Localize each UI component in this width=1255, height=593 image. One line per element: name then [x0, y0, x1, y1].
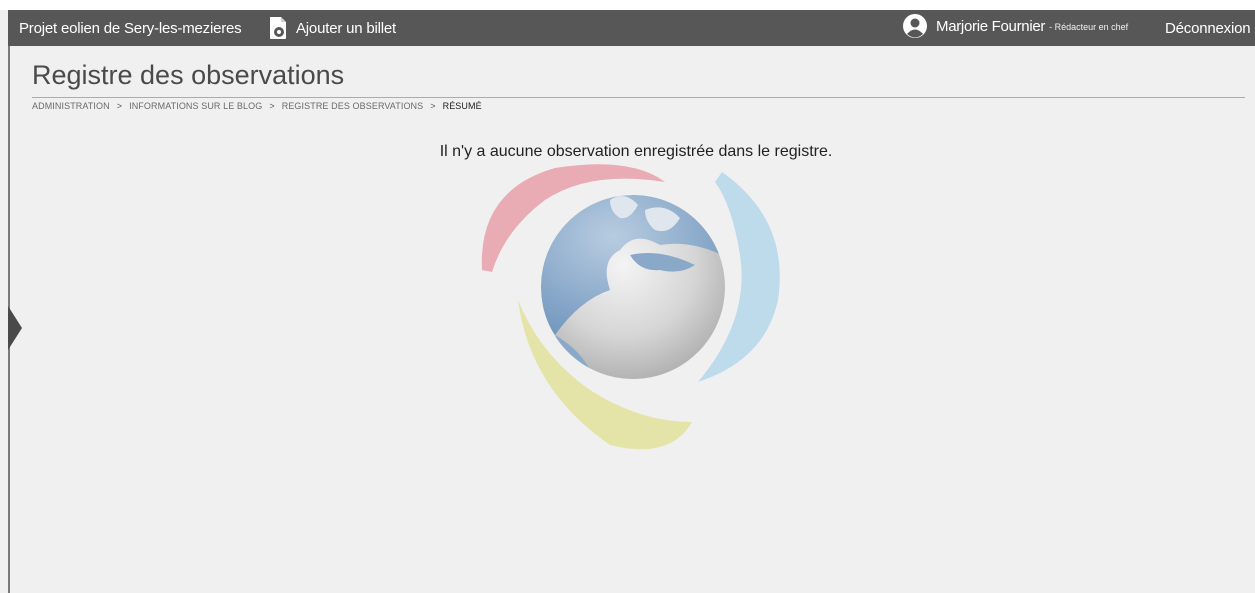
top-navigation-bar: Projet eolien de Sery-les-mezieres Ajout… — [8, 10, 1255, 46]
breadcrumb-item-administration[interactable]: ADMINISTRATION — [32, 101, 110, 111]
user-name: Marjorie Fournier — [936, 17, 1046, 35]
breadcrumb-separator: > — [269, 101, 275, 111]
add-post-button[interactable]: Ajouter un billet — [268, 16, 396, 40]
add-post-label: Ajouter un billet — [296, 19, 396, 37]
page-title: Registre des observations — [32, 60, 345, 90]
user-avatar-icon — [903, 14, 927, 38]
user-profile[interactable]: Marjorie Fournier - Rédacteur en chef — [903, 14, 1128, 38]
sidebar-toggle-chevron-right-icon[interactable] — [8, 306, 22, 350]
breadcrumb-separator: > — [116, 101, 123, 111]
breadcrumb-item-summary: RÉSUMÉ — [442, 101, 482, 111]
breadcrumb-item-observations-register[interactable]: REGISTRE DES OBSERVATIONS — [282, 101, 424, 111]
user-role: - Rédacteur en chef — [1049, 22, 1129, 32]
globe-logo — [481, 164, 780, 450]
site-title-link[interactable]: Projet eolien de Sery-les-mezieres — [19, 20, 242, 37]
breadcrumb-separator: > — [430, 101, 436, 111]
document-plus-icon — [270, 17, 286, 39]
empty-state-message: Il n'y a aucune observation enregistrée … — [439, 143, 833, 160]
breadcrumb: ADMINISTRATION > INFORMATIONS SUR LE BLOG >… — [32, 101, 482, 111]
breadcrumb-item-blog-info[interactable]: INFORMATIONS SUR LE BLOG — [129, 101, 262, 111]
logout-link[interactable]: Déconnexion — [1165, 20, 1251, 37]
title-divider — [32, 97, 1245, 98]
app-window: Projet eolien de Sery-les-mezieres Ajout… — [0, 0, 1255, 593]
top-margin — [0, 0, 1255, 10]
